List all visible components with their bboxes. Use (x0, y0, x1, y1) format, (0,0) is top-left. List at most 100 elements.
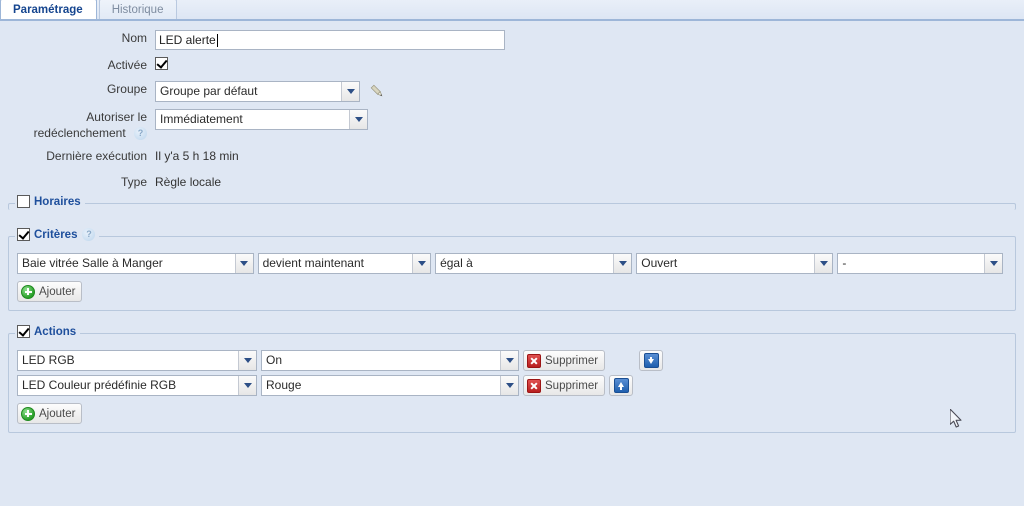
chevron-down-icon (814, 254, 833, 273)
section-actions-body: LED RGB On Supprimer LED Couleur prédéfi… (9, 334, 1015, 432)
actions-add-label: Ajouter (39, 407, 76, 420)
activee-label: Activée (107, 58, 147, 72)
action-target-select[interactable]: LED RGB (17, 350, 257, 371)
action-command-select[interactable]: Rouge (261, 375, 519, 396)
delete-icon (527, 353, 541, 368)
nom-input-value: LED alerte (159, 32, 216, 47)
pencil-icon[interactable] (369, 83, 386, 100)
activee-value-wrap (155, 57, 168, 70)
horaires-checkbox[interactable] (17, 195, 30, 208)
chevron-down-icon (234, 254, 253, 273)
tab-historique-label: Historique (111, 4, 164, 16)
help-icon-redeclenchement[interactable]: ? (134, 127, 147, 141)
action-move-up-button[interactable] (609, 375, 634, 396)
tab-bar-filler (179, 0, 1024, 19)
redeclenchement-select[interactable]: Immédiatement (155, 109, 368, 130)
criteria-operator-value: égal à (440, 256, 473, 270)
nom-label: Nom (121, 31, 147, 45)
section-criteres-legend: Critères ? (15, 228, 100, 241)
type-value: Règle locale (155, 175, 222, 189)
tab-parametrage-label: Paramétrage (13, 4, 83, 16)
chevron-down-icon (238, 376, 256, 395)
criteria-event-select[interactable]: devient maintenant (257, 253, 432, 274)
action-delete-button[interactable]: Supprimer (523, 350, 606, 371)
action-target-value: LED Couleur prédéfinie RGB (22, 378, 177, 392)
type-label: Type (120, 175, 147, 189)
action-row: LED Couleur prédéfinie RGB Rouge Supprim… (17, 375, 1007, 396)
criteria-subject-value: Baie vitrée Salle à Manger (22, 256, 163, 270)
field-row-groupe: Groupe Groupe par défaut (0, 81, 1024, 102)
criteres-label: Critères (34, 228, 78, 241)
derniere-execution-label: Dernière exécution (46, 149, 147, 163)
action-command-value: Rouge (266, 378, 302, 392)
settings-form: Nom LED alerte Activée Groupe Groupe par… (0, 21, 1024, 191)
criteria-extra-value: - (842, 256, 847, 270)
criteres-add-label: Ajouter (39, 285, 76, 298)
groupe-select[interactable]: Groupe par défaut (155, 81, 360, 102)
criteres-add-button[interactable]: Ajouter (17, 281, 83, 302)
redeclenchement-value-wrap: Immédiatement (155, 109, 368, 130)
actions-label: Actions (34, 325, 77, 338)
redeclenchement-label-line2: redéclenchement (33, 126, 126, 140)
field-row-derniere-execution: Dernière exécution Il y'a 5 h 18 min (0, 148, 1024, 165)
chevron-down-icon (341, 82, 359, 101)
chevron-down-icon (349, 110, 367, 129)
section-horaires-legend: Horaires (15, 195, 85, 208)
section-horaires: Horaires (8, 195, 1016, 210)
field-row-activee: Activée (0, 57, 1024, 74)
action-row: LED RGB On Supprimer (17, 350, 1007, 371)
criteria-event-value: devient maintenant (262, 256, 364, 270)
section-criteres-body: Baie vitrée Salle à Manger devient maint… (9, 237, 1015, 310)
nom-input[interactable]: LED alerte (155, 30, 505, 50)
arrow-down-icon (643, 353, 659, 368)
action-delete-label: Supprimer (545, 354, 599, 367)
help-icon-criteres[interactable]: ? (82, 228, 96, 241)
field-row-nom: Nom LED alerte (0, 30, 1024, 50)
redeclenchement-label-line2-wrap: redéclenchement ? (0, 125, 147, 141)
action-delete-label: Supprimer (545, 379, 599, 392)
text-caret (216, 33, 218, 47)
action-move-down-button[interactable] (639, 350, 664, 371)
plus-icon (21, 406, 35, 421)
plus-icon (21, 284, 35, 299)
chevron-down-icon (500, 376, 518, 395)
criteres-checkbox[interactable] (17, 228, 30, 241)
section-actions: Actions LED RGB On Supprimer LED Couleur… (8, 325, 1016, 433)
criteria-subject-select[interactable]: Baie vitrée Salle à Manger (17, 253, 254, 274)
redeclenchement-label-line1: Autoriser le (86, 110, 147, 124)
criteria-operator-select[interactable]: égal à (435, 253, 633, 274)
chevron-down-icon (613, 254, 632, 273)
section-criteres: Critères ? Baie vitrée Salle à Manger de… (8, 228, 1016, 311)
groupe-value-wrap: Groupe par défaut (155, 81, 386, 102)
chevron-down-icon (412, 254, 431, 273)
horaires-label: Horaires (34, 195, 81, 208)
tab-historique[interactable]: Historique (98, 0, 178, 19)
action-delete-button[interactable]: Supprimer (523, 375, 606, 396)
activee-checkbox[interactable] (155, 57, 168, 70)
redeclenchement-select-value: Immédiatement (160, 112, 243, 126)
groupe-select-value: Groupe par défaut (160, 84, 258, 98)
redeclenchement-label: Autoriser le redéclenchement ? (0, 109, 155, 141)
actions-add-button[interactable]: Ajouter (17, 403, 83, 424)
action-target-value: LED RGB (22, 353, 75, 367)
criteria-row: Baie vitrée Salle à Manger devient maint… (17, 253, 1007, 274)
tab-parametrage[interactable]: Paramétrage (0, 0, 97, 19)
field-row-type: Type Règle locale (0, 174, 1024, 191)
tab-bar: Paramétrage Historique (0, 0, 1024, 21)
field-row-redeclenchement: Autoriser le redéclenchement ? Immédiate… (0, 109, 1024, 141)
action-command-select[interactable]: On (261, 350, 519, 371)
action-command-value: On (266, 353, 283, 367)
criteria-value-select[interactable]: Ouvert (636, 253, 834, 274)
arrow-up-icon (613, 378, 629, 393)
derniere-execution-value: Il y'a 5 h 18 min (155, 149, 239, 163)
action-target-select[interactable]: LED Couleur prédéfinie RGB (17, 375, 257, 396)
groupe-label: Groupe (106, 82, 147, 96)
section-actions-legend: Actions (15, 325, 81, 338)
chevron-down-icon (984, 254, 1002, 273)
criteria-extra-select[interactable]: - (837, 253, 1003, 274)
chevron-down-icon (238, 351, 256, 370)
delete-icon (527, 378, 541, 393)
chevron-down-icon (500, 351, 518, 370)
actions-checkbox[interactable] (17, 325, 30, 338)
criteria-value-value: Ouvert (641, 256, 678, 270)
